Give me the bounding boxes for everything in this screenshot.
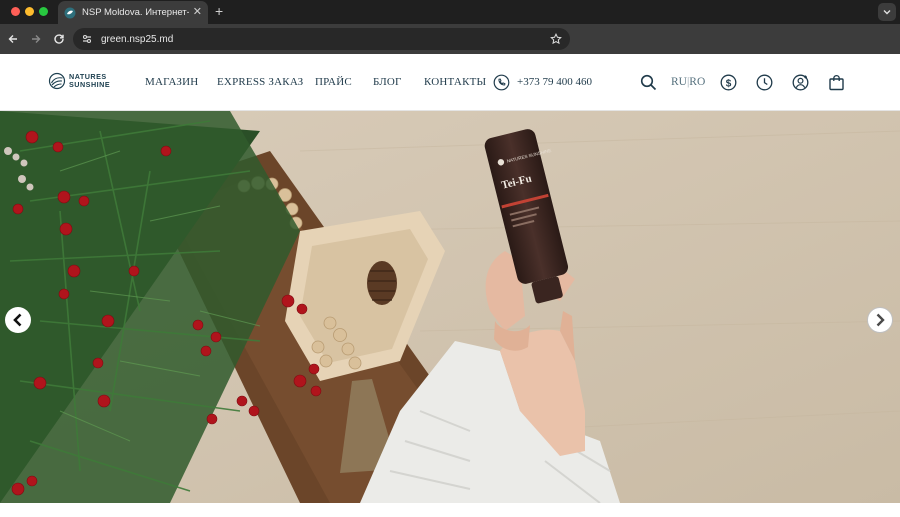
language-switcher: RU|RO [671, 76, 705, 88]
browser-toolbar: green.nsp25.md [0, 24, 900, 54]
nav-shop[interactable]: МАГАЗИН [145, 76, 198, 88]
sun-logo-icon [48, 72, 66, 90]
url-text: green.nsp25.md [101, 33, 174, 45]
back-arrow-icon[interactable] [6, 32, 20, 46]
shopping-bag-icon[interactable] [827, 73, 845, 91]
bookmark-star-icon[interactable] [550, 33, 562, 45]
window-maximize-button[interactable] [39, 7, 48, 16]
currency-icon[interactable]: $ [719, 73, 737, 91]
search-icon[interactable] [639, 73, 657, 91]
arrow-left-icon [13, 313, 22, 327]
site-favicon-icon [64, 7, 76, 19]
arrow-right-icon [876, 313, 885, 327]
site-header: NATURES SUNSHINE МАГАЗИН EXPRESS ЗАКАЗ П… [0, 54, 900, 111]
forward-arrow-icon[interactable] [29, 32, 43, 46]
page-below-hero [0, 503, 900, 517]
logo-line2: SUNSHINE [69, 80, 111, 89]
clock-icon[interactable] [755, 73, 773, 91]
tune-icon[interactable] [81, 33, 93, 45]
hero-image: NATURES SUNSHINE Tei-Fu [0, 111, 900, 503]
window-minimize-button[interactable] [25, 7, 34, 16]
hero-banner: NATURES SUNSHINE Tei-Fu [0, 111, 900, 503]
chevron-down-icon[interactable] [878, 3, 896, 21]
site-logo[interactable]: NATURES SUNSHINE [48, 72, 110, 90]
phone-number[interactable]: +373 79 400 460 [517, 76, 592, 88]
carousel-prev-button[interactable] [5, 307, 31, 333]
window-close-button[interactable] [11, 7, 20, 16]
address-bar[interactable]: green.nsp25.md [73, 28, 570, 50]
lang-ru[interactable]: RU [671, 76, 687, 88]
user-icon[interactable] [791, 73, 809, 91]
browser-tab[interactable]: NSP Moldova. Интернет-маг ✕ [58, 1, 208, 24]
reload-icon[interactable] [52, 32, 66, 46]
carousel-next-button[interactable] [867, 307, 893, 333]
nav-blog[interactable]: БЛОГ [373, 76, 402, 88]
tab-title: NSP Moldova. Интернет-маг [82, 7, 189, 18]
new-tab-plus-icon[interactable]: + [215, 3, 223, 19]
close-icon[interactable]: ✕ [193, 7, 202, 18]
svg-text:$: $ [725, 78, 731, 89]
lang-ro[interactable]: RO [689, 76, 705, 88]
phone-icon[interactable] [492, 73, 510, 91]
nav-contacts[interactable]: КОНТАКТЫ [424, 76, 486, 88]
nav-express-order[interactable]: EXPRESS ЗАКАЗ [217, 76, 303, 88]
browser-tab-bar: NSP Moldova. Интернет-маг ✕ + [0, 0, 900, 24]
nav-price[interactable]: ПРАЙС [315, 76, 352, 88]
